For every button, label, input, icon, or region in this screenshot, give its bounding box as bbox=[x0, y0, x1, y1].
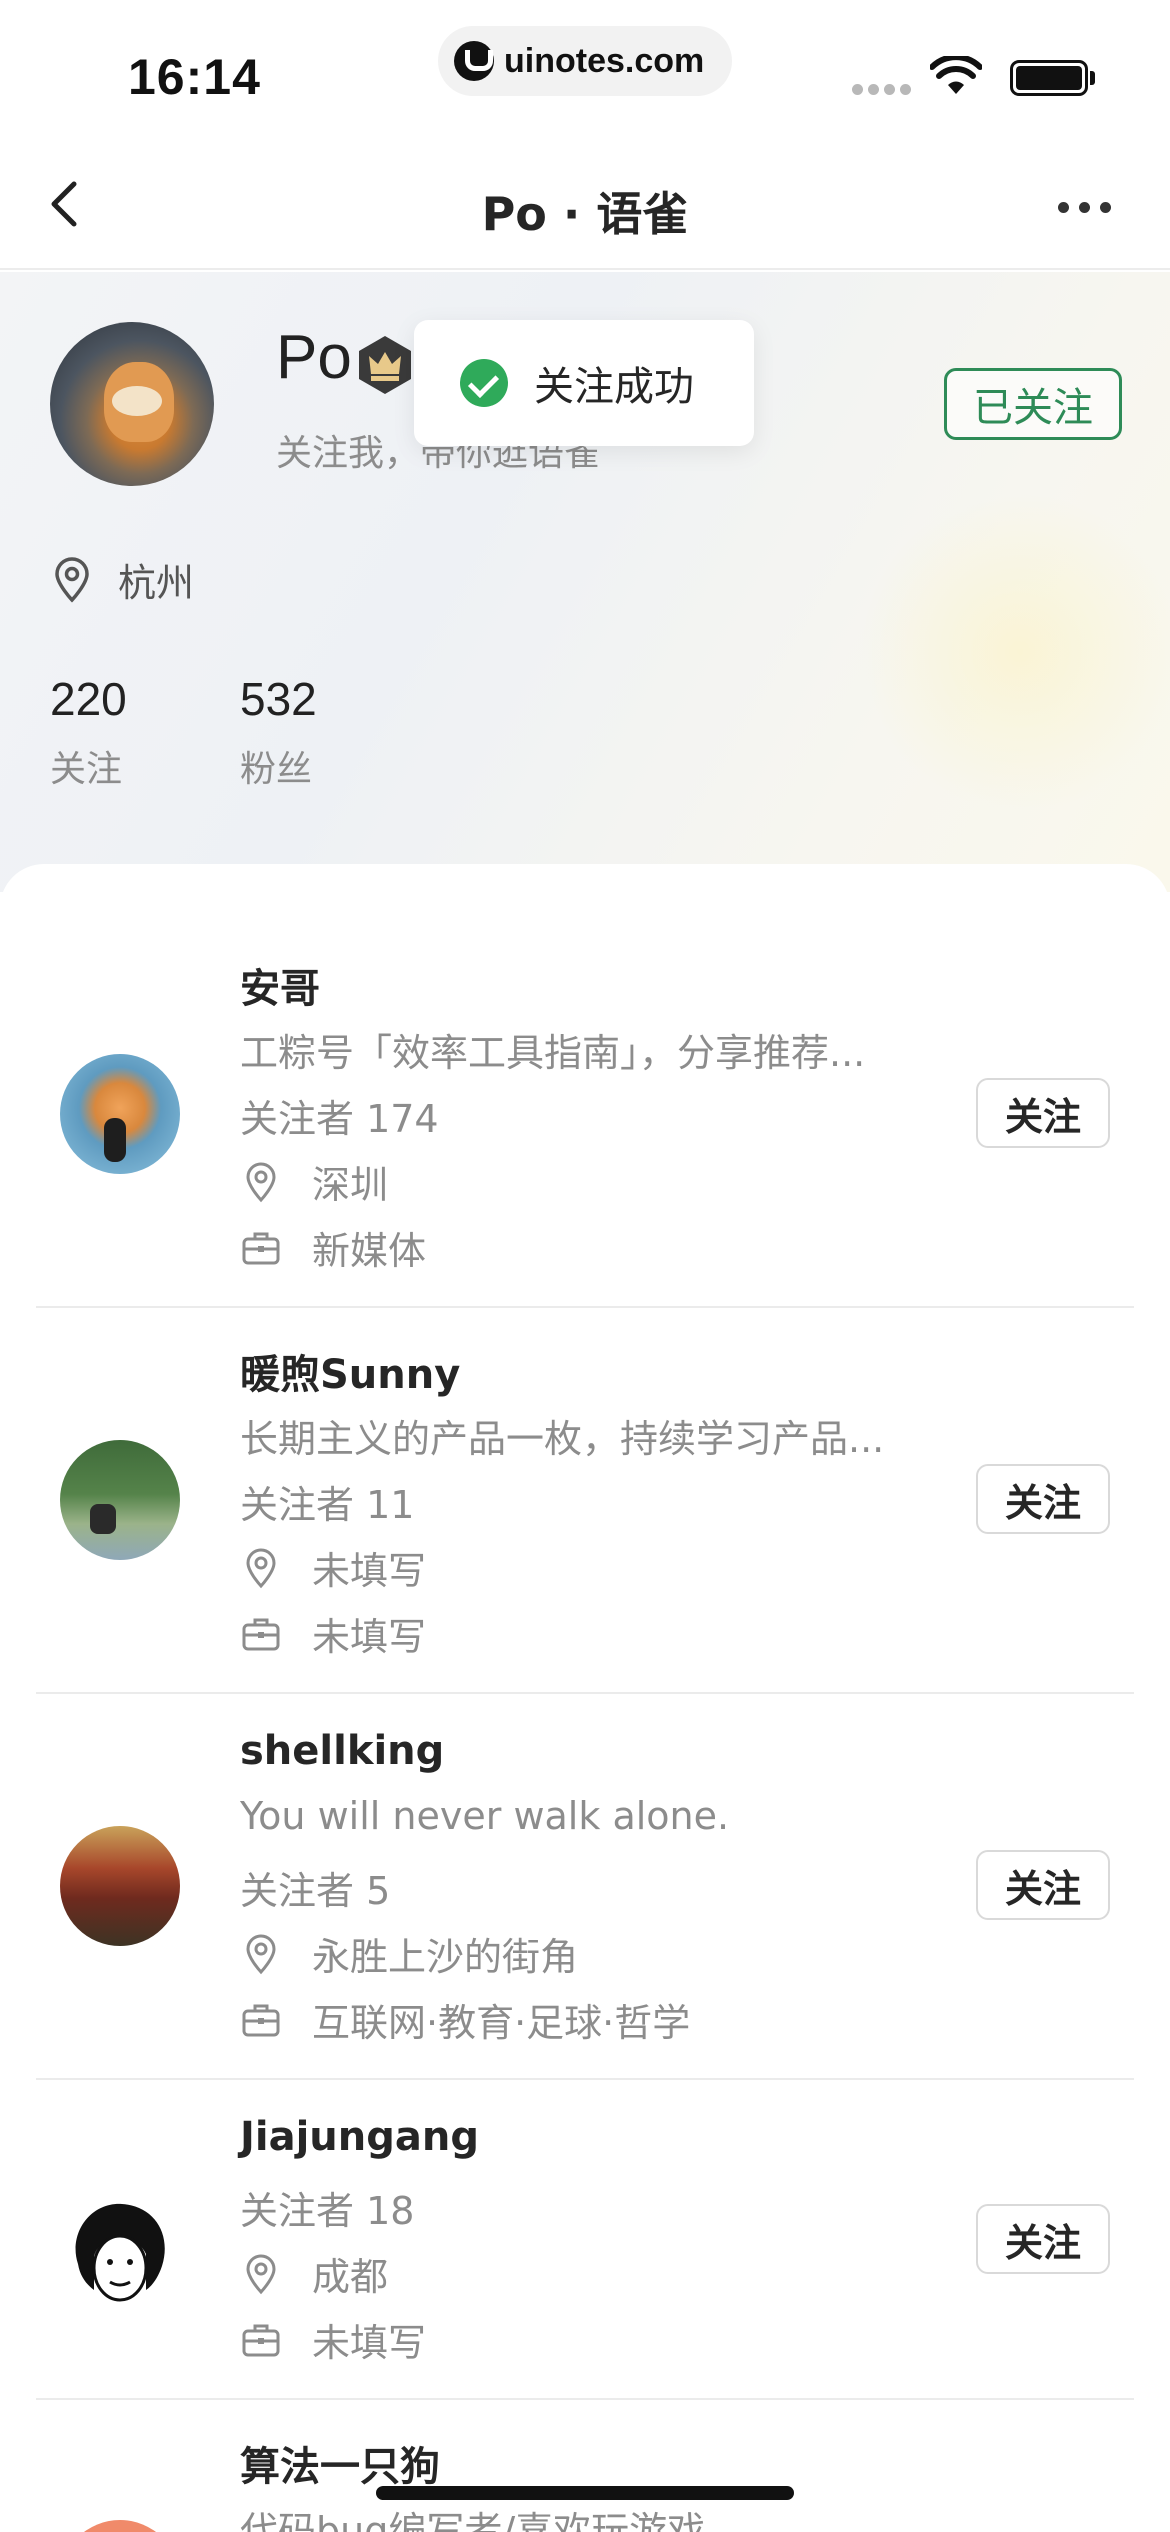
wifi-icon bbox=[930, 56, 982, 94]
user-name[interactable]: shellking bbox=[240, 1728, 444, 1774]
more-options-icon[interactable] bbox=[1058, 202, 1111, 213]
industry-text: 新媒体 bbox=[312, 1229, 427, 1273]
industry-text: 未填写 bbox=[312, 1615, 427, 1659]
home-indicator[interactable] bbox=[376, 2486, 794, 2500]
user-follower-count: 关注者 174 bbox=[240, 1097, 439, 1141]
background-glow bbox=[860, 492, 1170, 812]
briefcase-icon bbox=[242, 2004, 280, 2036]
user-description: You will never walk alone. bbox=[240, 1794, 730, 1838]
profile-name: Po bbox=[276, 323, 352, 392]
list-item[interactable]: shellking You will never walk alone. 关注者… bbox=[0, 1694, 1170, 2080]
url-text: uinotes.com bbox=[504, 41, 705, 80]
user-description: 长期主义的产品一枚，持续学习产品... bbox=[240, 1417, 885, 1461]
list-item[interactable]: 算法一只狗 代码bug编写者/喜欢玩游戏 bbox=[0, 2400, 1170, 2532]
followers-list: 安哥 工粽号「效率工具指南」，分享推荐... 关注者 174 深圳 新媒体 关注… bbox=[0, 864, 1170, 2532]
user-avatar[interactable] bbox=[60, 1440, 180, 1560]
user-industry: 未填写 bbox=[240, 1606, 426, 1661]
location-text: 杭州 bbox=[118, 561, 195, 605]
user-avatar[interactable] bbox=[60, 1826, 180, 1946]
user-location: 成都 bbox=[240, 2246, 388, 2301]
industry-text: 未填写 bbox=[312, 2321, 427, 2365]
user-avatar[interactable] bbox=[60, 2520, 180, 2532]
user-follower-count: 关注者 11 bbox=[240, 1483, 415, 1527]
follow-button[interactable]: 关注 bbox=[976, 1464, 1110, 1534]
profile-location: 杭州 bbox=[52, 552, 194, 607]
briefcase-icon bbox=[242, 2324, 280, 2356]
follow-button[interactable]: 关注 bbox=[976, 1078, 1110, 1148]
user-avatar[interactable] bbox=[60, 2194, 180, 2314]
briefcase-icon bbox=[242, 1232, 280, 1264]
location-pin-icon bbox=[246, 1934, 276, 1974]
following-label: 关注 bbox=[50, 749, 123, 790]
location-pin-icon bbox=[55, 556, 89, 603]
followers-label: 粉丝 bbox=[240, 749, 313, 790]
location-pin-icon bbox=[246, 1162, 276, 1202]
user-location: 永胜上沙的街角 bbox=[240, 1926, 578, 1981]
location-text: 未填写 bbox=[312, 1549, 427, 1593]
user-avatar[interactable] bbox=[60, 1054, 180, 1174]
user-name[interactable]: 算法一只狗 bbox=[240, 2434, 440, 2492]
follow-button[interactable]: 关注 bbox=[976, 2204, 1110, 2274]
user-name[interactable]: 安哥 bbox=[240, 956, 320, 1014]
location-text: 深圳 bbox=[312, 1163, 389, 1207]
user-follower-count: 关注者 18 bbox=[240, 2189, 415, 2233]
followers-stat[interactable]: 532 粉丝 bbox=[240, 672, 317, 792]
cellular-signal-icon bbox=[852, 84, 911, 95]
user-industry: 互联网·教育·足球·哲学 bbox=[240, 1992, 690, 2047]
page-title: Po · 语雀 bbox=[481, 187, 689, 241]
list-item[interactable]: 暖煦Sunny 长期主义的产品一枚，持续学习产品... 关注者 11 未填写 未… bbox=[0, 1308, 1170, 1694]
nav-bar: Po · 语雀 bbox=[0, 140, 1170, 270]
following-stat[interactable]: 220 关注 bbox=[50, 672, 127, 792]
site-logo-icon bbox=[454, 41, 494, 81]
user-industry: 新媒体 bbox=[240, 1220, 426, 1275]
user-name[interactable]: Jiajungang bbox=[240, 2114, 479, 2160]
status-time: 16:14 bbox=[128, 49, 261, 105]
industry-text: 互联网·教育·足球·哲学 bbox=[312, 2001, 691, 2045]
url-pill[interactable]: uinotes.com bbox=[438, 26, 732, 96]
location-pin-icon bbox=[246, 2254, 276, 2294]
profile-avatar[interactable] bbox=[50, 322, 214, 486]
list-item[interactable]: 安哥 工粽号「效率工具指南」，分享推荐... 关注者 174 深圳 新媒体 关注 bbox=[0, 864, 1170, 1308]
following-count: 220 bbox=[50, 673, 127, 725]
location-text: 成都 bbox=[312, 2255, 389, 2299]
user-location: 未填写 bbox=[240, 1540, 426, 1595]
follow-button[interactable]: 关注 bbox=[976, 1850, 1110, 1920]
battery-icon bbox=[1010, 60, 1088, 96]
user-industry: 未填写 bbox=[240, 2312, 426, 2367]
status-bar: 16:14 uinotes.com bbox=[0, 0, 1170, 140]
location-pin-icon bbox=[246, 1548, 276, 1588]
following-button[interactable]: 已关注 bbox=[944, 368, 1122, 440]
location-text: 永胜上沙的街角 bbox=[312, 1935, 579, 1979]
check-circle-icon bbox=[460, 359, 508, 407]
toast-text: 关注成功 bbox=[534, 364, 694, 410]
user-description: 工粽号「效率工具指南」，分享推荐... bbox=[240, 1031, 866, 1075]
crown-badge-icon[interactable] bbox=[356, 334, 414, 396]
user-follower-count: 关注者 5 bbox=[240, 1869, 391, 1913]
battery-cap bbox=[1090, 71, 1095, 85]
list-item[interactable]: Jiajungang 关注者 18 成都 未填写 关注 bbox=[0, 2080, 1170, 2400]
success-toast: 关注成功 bbox=[414, 320, 754, 446]
user-location: 深圳 bbox=[240, 1154, 388, 1209]
user-description: 代码bug编写者/喜欢玩游戏 bbox=[240, 2509, 706, 2532]
user-name[interactable]: 暖煦Sunny bbox=[240, 1342, 460, 1400]
briefcase-icon bbox=[242, 1618, 280, 1650]
followers-count: 532 bbox=[240, 673, 317, 725]
